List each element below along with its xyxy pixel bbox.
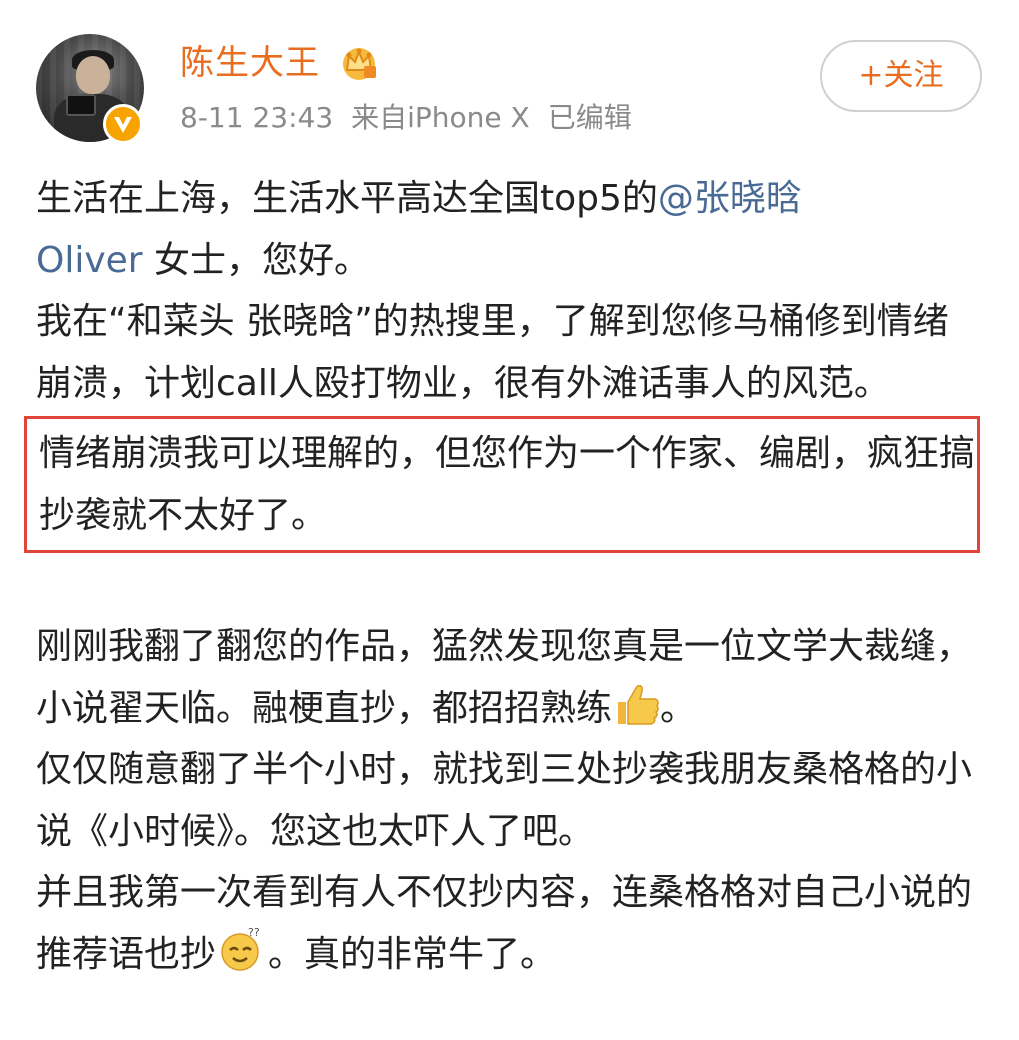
post-text: 刚刚我翻了翻您的作品，猛然发现您真是一位文学大裁缝，小说翟天临。融梗直抄，都招招… <box>36 626 973 729</box>
post-edited-label[interactable]: 已编辑 <box>548 101 632 134</box>
crown-member-icon <box>343 48 376 80</box>
post-paragraph: 刚刚我翻了翻您的作品，猛然发现您真是一位文学大裁缝，小说翟天临。融梗直抄，都招招… <box>36 616 976 739</box>
post-paragraph: 仅仅随意翻了半个小时，就找到三处抄袭我朋友桑格格的小说《小时候》。您这也太吓人了… <box>36 749 973 852</box>
follow-button[interactable]: +关注 <box>820 40 982 112</box>
post-text: 女士，您好。 <box>142 239 371 281</box>
avatar-camera <box>66 94 96 116</box>
post-body: 生活在上海，生活水平高达全国top5的@张晓晗 Oliver 女士，您好。 我在“… <box>24 168 980 985</box>
post-meta: 8-11 23:43 来自iPhone X 已编辑 <box>180 98 650 138</box>
post-header: 陈生大王 8-11 23:43 来自iPhone X 已编辑 +关注 <box>0 0 1019 160</box>
post-paragraph: 并且我第一次看到有人不仅抄内容，连桑格格对自己小说的推荐语也抄?? 。真的非常牛了… <box>36 862 976 985</box>
mention-text[interactable]: @张晓晗 <box>658 178 802 219</box>
avatar-head <box>76 56 110 94</box>
post-source[interactable]: 来自iPhone X <box>351 101 530 134</box>
post-timestamp: 8-11 23:43 <box>180 101 334 134</box>
post-text: 。真的非常牛了。 <box>268 933 557 975</box>
highlight-box: 情绪崩溃我可以理解的，但您作为一个作家、编剧，疯狂搞抄袭就不太好了。 <box>24 416 980 553</box>
dizzy-emoji-icon: ?? <box>221 926 260 971</box>
username[interactable]: 陈生大王 <box>180 40 320 86</box>
post-paragraph: 生活在上海，生活水平高达全国top5的@张晓晗 Oliver 女士，您好。 <box>36 168 976 291</box>
post-paragraph: 我在“和菜头 张晓晗”的热搜里，了解到您修马桶修到情绪崩溃，计划call人殴打物… <box>36 301 949 404</box>
thumbs-up-emoji-icon <box>618 684 659 725</box>
post-text: 生活在上海，生活水平高达全国top5的 <box>36 178 658 219</box>
verified-v-badge-icon <box>103 104 143 144</box>
post-text: 。 <box>660 687 697 729</box>
svg-text:??: ?? <box>248 926 260 939</box>
mention-text[interactable]: Oliver <box>36 240 143 281</box>
highlighted-text: 情绪崩溃我可以理解的，但您作为一个作家、编剧，疯狂搞抄袭就不太好了。 <box>39 433 976 536</box>
